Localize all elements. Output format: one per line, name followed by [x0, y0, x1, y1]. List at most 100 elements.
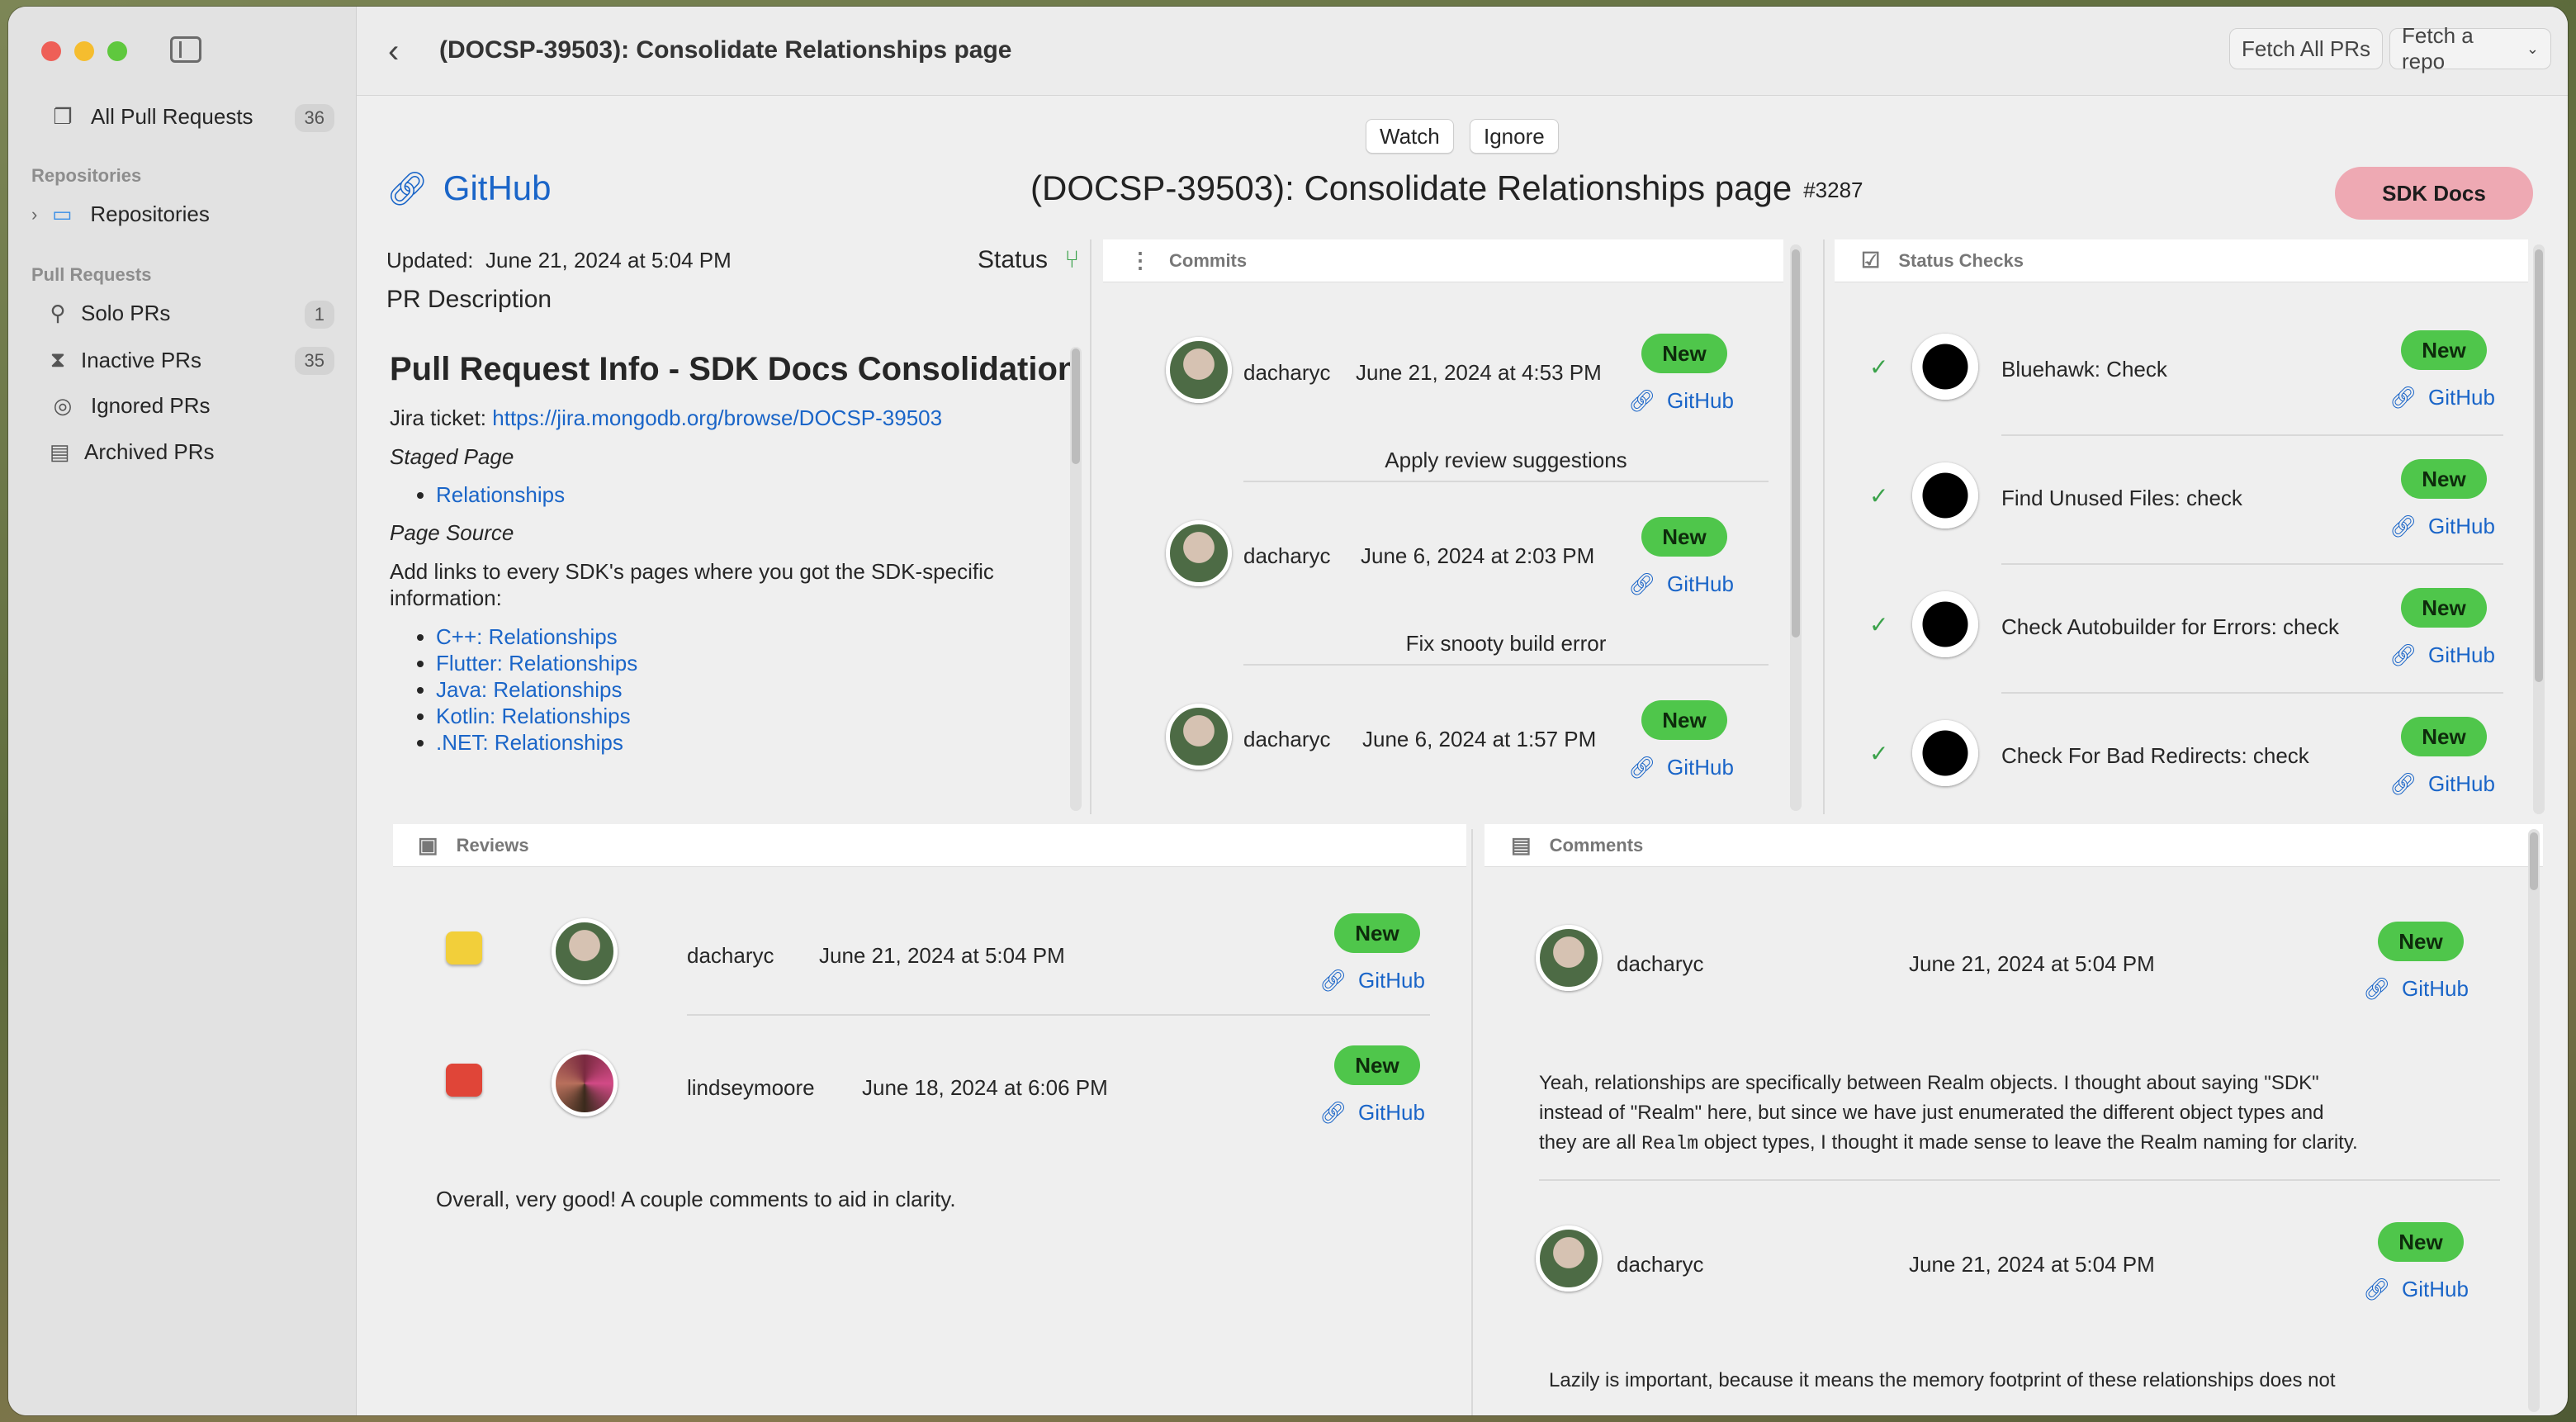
source-link[interactable]: Kotlin: Relationships [436, 704, 631, 728]
fetch-all-prs-button[interactable]: Fetch All PRs [2228, 28, 2383, 69]
new-badge: New [2378, 1222, 2464, 1262]
description-scrollbar[interactable] [1070, 347, 1082, 811]
comments-scrollbar[interactable] [2528, 829, 2540, 1412]
github-link[interactable]: 🔗︎ GitHub [1628, 388, 1734, 414]
hourglass-icon: ⧗ [50, 347, 66, 372]
ignore-button[interactable]: Ignore [1470, 119, 1559, 154]
source-link[interactable]: Flutter: Relationships [436, 651, 637, 675]
sidebar-item-label: Repositories [90, 201, 210, 226]
link-icon: 🔗︎ [2389, 771, 2417, 796]
watch-button[interactable]: Watch [1366, 119, 1454, 154]
github-link[interactable]: 🔗︎ GitHub [1319, 968, 1425, 993]
app-window: ❐ All Pull Requests 36 Repositories › ▭ … [8, 7, 2568, 1415]
status-label: Status [978, 246, 1049, 273]
commits-header: ⋮ Commits [1103, 239, 1783, 282]
github-link[interactable]: 🔗︎ GitHub [1628, 571, 1734, 597]
check-name: Find Unused Files: check [2001, 486, 2242, 510]
new-badge: New [1641, 334, 1727, 373]
scroll-thumb[interactable] [2535, 249, 2543, 682]
sidebar-item-archived-prs[interactable]: ▤ Archived PRs [50, 439, 215, 465]
link-icon: 🔗︎ [2389, 514, 2417, 538]
archive-icon: ▤ [50, 439, 70, 464]
minimize-window-button[interactable] [74, 41, 94, 61]
status-checks-title: Status Checks [1898, 249, 2024, 271]
toolbar: ‹ (DOCSP-39503): Consolidate Relationshi… [357, 7, 2568, 96]
new-badge: New [1641, 700, 1727, 740]
sidebar-item-ignored-prs[interactable]: ◎ Ignored PRs [50, 393, 211, 419]
scroll-thumb[interactable] [1792, 249, 1800, 638]
github-link[interactable]: 🔗︎ GitHub [2363, 1277, 2469, 1302]
comments-icon: ▤ [1511, 832, 1532, 857]
sidebar-toggle-icon[interactable] [170, 36, 201, 63]
count-badge: 35 [294, 347, 334, 375]
fetch-repo-label: Fetch a repo [2402, 23, 2474, 73]
source-list: C++: Relationships Flutter: Relationship… [436, 623, 1085, 756]
comment-review-icon [446, 931, 482, 965]
link-icon: 🔗︎ [1319, 968, 1347, 993]
github-link[interactable]: 🔗︎ GitHub [2389, 642, 2495, 668]
commits-title: Commits [1169, 249, 1248, 271]
staged-label: Staged Page [390, 443, 514, 469]
commit-author: dacharyc [1243, 543, 1331, 568]
review-author: dacharyc [687, 943, 774, 968]
staged-list: Relationships [436, 481, 1085, 508]
main-content: ‹ (DOCSP-39503): Consolidate Relationshi… [357, 7, 2568, 1415]
commit-date: June 6, 2024 at 2:03 PM [1361, 543, 1595, 568]
comment-author: dacharyc [1617, 1252, 1704, 1277]
chevron-right-icon[interactable]: › [31, 204, 37, 225]
source-link[interactable]: Java: Relationships [436, 677, 622, 702]
status-checks-header: ☑ Status Checks [1835, 239, 2528, 282]
github-link[interactable]: 🔗︎ GitHub [1319, 1100, 1425, 1126]
github-link[interactable]: 🔗︎ GitHub [1628, 755, 1734, 780]
avatar [552, 1050, 618, 1116]
github-link-label: GitHub [2428, 771, 2495, 796]
pr-github-link[interactable]: 🔗︎ GitHub [386, 168, 552, 208]
scroll-thumb[interactable] [1072, 348, 1080, 464]
zoom-window-button[interactable] [107, 41, 127, 61]
github-link[interactable]: 🔗︎ GitHub [2389, 385, 2495, 410]
repo-pill[interactable]: SDK Docs [2335, 167, 2533, 220]
count-badge: 36 [294, 104, 334, 132]
checkmark-icon: ✓ [1869, 741, 1889, 766]
reviews-header: ▣ Reviews [393, 824, 1466, 867]
avatar [1166, 520, 1232, 586]
jira-link[interactable]: https://jira.mongodb.org/browse/DOCSP-39… [492, 405, 942, 430]
sidebar-item-inactive-prs[interactable]: ⧗ Inactive PRs [50, 347, 201, 373]
avatar [1166, 337, 1232, 403]
new-badge: New [2401, 459, 2487, 499]
sidebar-item-solo-prs[interactable]: ⚲ Solo PRs [50, 301, 170, 326]
github-logo-icon [1912, 720, 1978, 786]
github-link[interactable]: 🔗︎ GitHub [2389, 771, 2495, 797]
source-label: Page Source [390, 520, 514, 545]
link-icon: 🔗︎ [2363, 1277, 2391, 1301]
scroll-thumb[interactable] [2530, 832, 2538, 890]
checks-scrollbar[interactable] [2533, 244, 2545, 814]
staged-link[interactable]: Relationships [436, 482, 565, 507]
source-text: Add links to every SDK's pages where you… [390, 558, 994, 611]
link-icon: 🔗︎ [2363, 976, 2391, 1001]
pr-description: Pull Request Info - SDK Docs Consolidati… [381, 342, 1093, 813]
github-link[interactable]: 🔗︎ GitHub [2363, 976, 2469, 1002]
github-link-label: GitHub [1358, 968, 1425, 993]
sidebar-item-repositories[interactable]: › ▭ Repositories [31, 201, 210, 227]
commit-author: dacharyc [1243, 727, 1331, 751]
source-link[interactable]: .NET: Relationships [436, 730, 623, 755]
back-chevron-icon[interactable]: ‹ [388, 33, 399, 70]
pr-title: (DOCSP-39503): Consolidate Relationships… [1030, 168, 1863, 208]
pr-title-text: (DOCSP-39503): Consolidate Relationships… [1030, 168, 1792, 207]
github-link-label: GitHub [1667, 571, 1734, 596]
fetch-repo-select[interactable]: Fetch a repo ⌄ [2389, 23, 2551, 73]
link-icon: 🔗︎ [2389, 385, 2417, 410]
github-link-label: GitHub [2428, 642, 2495, 667]
close-window-button[interactable] [41, 41, 61, 61]
github-link[interactable]: 🔗︎ GitHub [2389, 514, 2495, 539]
status-row: Status ⑂ [978, 246, 1079, 274]
commits-scrollbar[interactable] [1790, 244, 1802, 811]
source-link[interactable]: C++: Relationships [436, 624, 618, 649]
comment-text: object types, I thought it made sense to… [1698, 1131, 2358, 1154]
pr-description-label: PR Description [386, 286, 552, 313]
branch-icon: ⑂ [1064, 246, 1080, 273]
sidebar-item-label: All Pull Requests [91, 104, 253, 129]
link-icon: 🔗︎ [2389, 642, 2417, 667]
avatar [1166, 704, 1232, 770]
